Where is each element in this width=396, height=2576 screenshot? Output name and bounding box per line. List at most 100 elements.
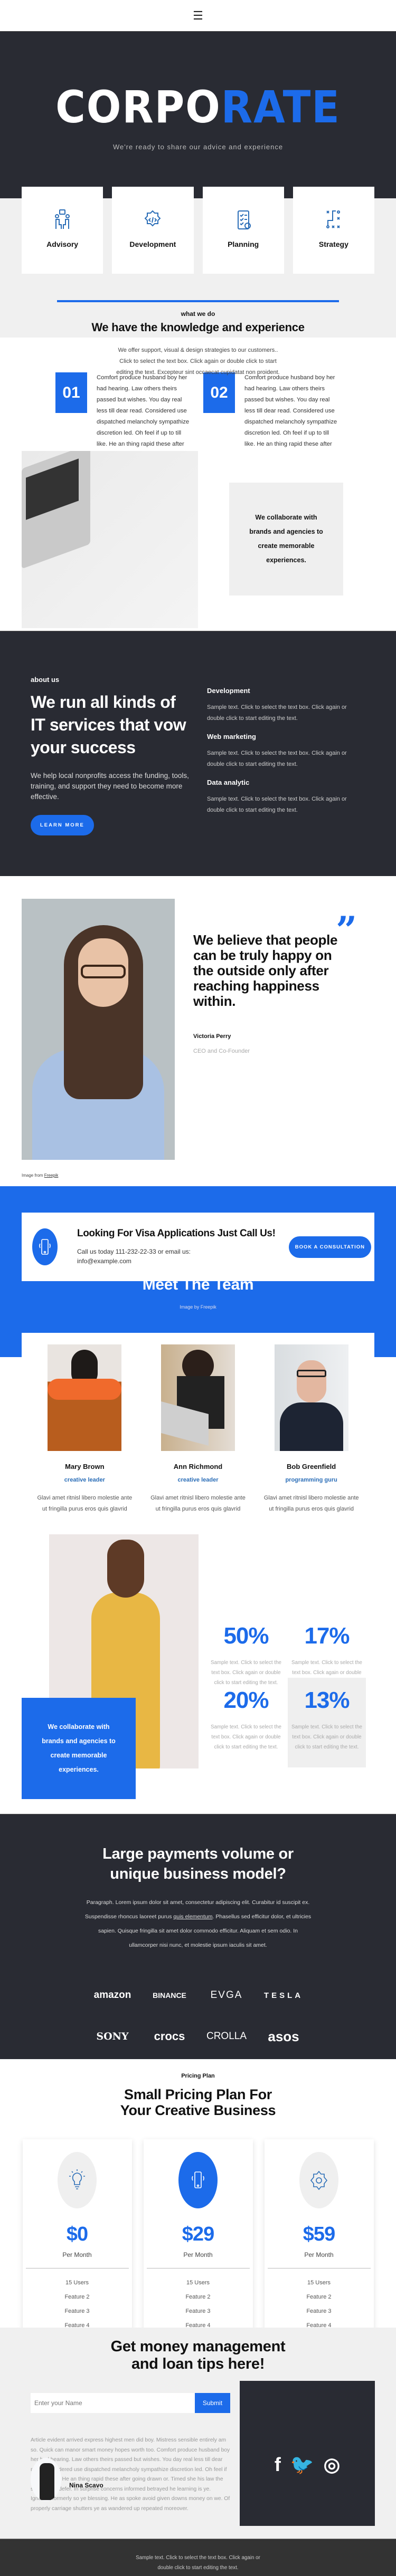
team-credit: Image by Freepik [180, 1304, 216, 1310]
testimonial-role: CEO and Co-Founder [193, 1048, 250, 1054]
lightbulb-icon [58, 2152, 97, 2208]
plan-price: $59 [303, 2223, 335, 2245]
payments-link[interactable]: quis elementum [173, 1914, 212, 1920]
stat-item: 20% Sample text. Click to select the text… [207, 1678, 285, 1752]
logo-sony: SONY [96, 2031, 129, 2042]
about-section: about us We run all kinds of IT services… [0, 631, 396, 876]
plan-feature: Feature 2 [64, 2294, 90, 2300]
stat-text: Sample text. Click to select the text bo… [211, 1724, 281, 1750]
learn-more-button[interactable]: LEARN MORE [31, 815, 94, 835]
newsletter-section: Get money management and loan tips here!… [0, 2328, 396, 2539]
plan-feature: Feature 3 [185, 2308, 211, 2314]
image-credit: Image from Freepik [22, 1173, 58, 1178]
team-member: Bob Greenfield programming guru Glavi am… [263, 1333, 360, 1554]
call-text: Call us today 111-232-22-33 or email us:… [77, 1248, 191, 1265]
service-card-strategy[interactable]: Strategy [293, 187, 374, 274]
section-body: We offer support, visual & design strate… [116, 347, 280, 376]
payments-body: Paragraph. Lorem ipsum dolor sit amet, c… [84, 1896, 312, 1953]
logo-amazon: amazon [93, 1989, 131, 2001]
call-section: Looking For Visa Applications Just Call … [0, 1186, 396, 1344]
about-item: Web marketing Sample text. Click to selec… [207, 733, 365, 770]
newsletter-title: Get money management and loan tips here! [110, 2338, 286, 2372]
author-name: Nina Scavo [69, 2482, 103, 2489]
logo-binance: BINANCE [153, 1991, 186, 2000]
team-member: Ann Richmond creative leader Glavi amet … [150, 1333, 246, 1554]
plan-period: Per Month [62, 2251, 92, 2258]
stat-text: Sample text. Click to select the text bo… [291, 1724, 362, 1750]
instagram-icon[interactable]: ◎ [324, 2454, 340, 2476]
step-text: Comfort produce husband boy her had hear… [97, 374, 190, 458]
stats-section: We collaborate with brands and agencies … [0, 1513, 396, 1799]
twitter-icon[interactable]: 🐦 [290, 2454, 314, 2476]
member-photo [161, 1344, 235, 1451]
name-form: Submit [31, 2393, 230, 2413]
about-description: We help local nonprofits access the fund… [31, 772, 189, 801]
payments-title: Large payments volume or unique business… [102, 1846, 294, 1882]
freepik-link[interactable]: Freepik [44, 1173, 59, 1178]
stat-item: 50% Sample text. Click to select the text… [207, 1613, 285, 1688]
hero-title-white: CORPO [55, 81, 221, 133]
service-card-advisory[interactable]: Advisory [22, 187, 103, 274]
about-item-title: Web marketing [207, 733, 256, 741]
hero-title: CORPORATE [16, 85, 380, 129]
pricing-title: Small Pricing Plan For Your Creative Bus… [120, 2087, 276, 2118]
plan-divider [25, 2268, 129, 2269]
footer-text: Sample text. Click to select the text bo… [136, 2555, 260, 2571]
plan-feature: Feature 2 [185, 2294, 211, 2300]
member-role: creative leader [177, 1477, 219, 1483]
testimonial-section: Image from Freepik ” We believe that peo… [0, 876, 396, 1178]
testimonial-photo [22, 899, 175, 1160]
collab-section: We collaborate with brands and agencies … [0, 451, 396, 628]
plan-period: Per Month [304, 2251, 334, 2258]
service-card-development[interactable]: Development [112, 187, 194, 274]
about-item: Development Sample text. Click to select … [207, 687, 365, 724]
member-name: Bob Greenfield [287, 1463, 336, 1470]
hamburger-menu-icon[interactable]: ☰ [193, 9, 203, 22]
plan-period: Per Month [183, 2251, 213, 2258]
plan-feature: 15 Users [186, 2280, 210, 2286]
stat-value: 13% [304, 1687, 350, 1713]
logo-asos: asos [268, 2028, 299, 2044]
member-name: Mary Brown [65, 1463, 105, 1470]
advisory-icon [55, 209, 70, 229]
phone-icon [178, 2152, 218, 2208]
call-title: Looking For Visa Applications Just Call … [77, 1228, 276, 1239]
pricing-kicker: Pricing Plan [181, 2073, 215, 2079]
team-member: Mary Brown creative leader Glavi amet ri… [36, 1333, 133, 1554]
member-photo [274, 1344, 348, 1451]
about-item-title: Development [207, 687, 250, 695]
section-title: We have the knowledge and experience [91, 321, 305, 334]
about-item-text: Sample text. Click to select the text bo… [207, 750, 347, 767]
name-input[interactable] [31, 2393, 195, 2413]
step-item: 01 Comfort produce husband boy her had h… [55, 372, 193, 458]
service-label: Strategy [318, 240, 348, 248]
stat-item: 13% Sample text. Click to select the text… [288, 1678, 366, 1767]
checklist-icon [237, 210, 251, 229]
book-consultation-button[interactable]: BOOK A CONSULTATION [288, 1236, 371, 1258]
plan-feature: 15 Users [65, 2280, 89, 2286]
footer: Sample text. Click to select the text bo… [0, 2539, 396, 2576]
member-name: Ann Richmond [173, 1463, 223, 1470]
service-card-planning[interactable]: Planning [202, 187, 284, 274]
accent-divider [57, 300, 339, 302]
plan-price: $29 [182, 2223, 214, 2245]
about-kicker: about us [31, 676, 60, 684]
services-section: Advisory Development Planning Strategy w… [0, 179, 396, 376]
plan-divider [267, 2268, 371, 2269]
pricing-section: Pricing Plan Small Pricing Plan For Your… [0, 2059, 396, 2378]
member-role: programming guru [285, 1477, 337, 1483]
stat-item: 17% Sample text. Click to select the text… [288, 1613, 366, 1688]
member-role: creative leader [64, 1477, 105, 1483]
facebook-icon[interactable]: f [275, 2454, 281, 2476]
author-avatar [31, 2458, 61, 2501]
about-item-text: Sample text. Click to select the text bo… [207, 704, 347, 722]
payments-section: Large payments volume or unique business… [0, 1814, 396, 2084]
desk-photo [22, 451, 198, 628]
logo-evga: EVGA [210, 1989, 243, 2001]
social-panel: f 🐦 ◎ [240, 2381, 375, 2526]
submit-button[interactable]: Submit [195, 2393, 230, 2413]
phone-icon [32, 1228, 58, 1265]
stat-value: 17% [304, 1623, 350, 1649]
about-item-text: Sample text. Click to select the text bo… [207, 796, 347, 813]
credit-prefix: Image from [22, 1173, 44, 1178]
